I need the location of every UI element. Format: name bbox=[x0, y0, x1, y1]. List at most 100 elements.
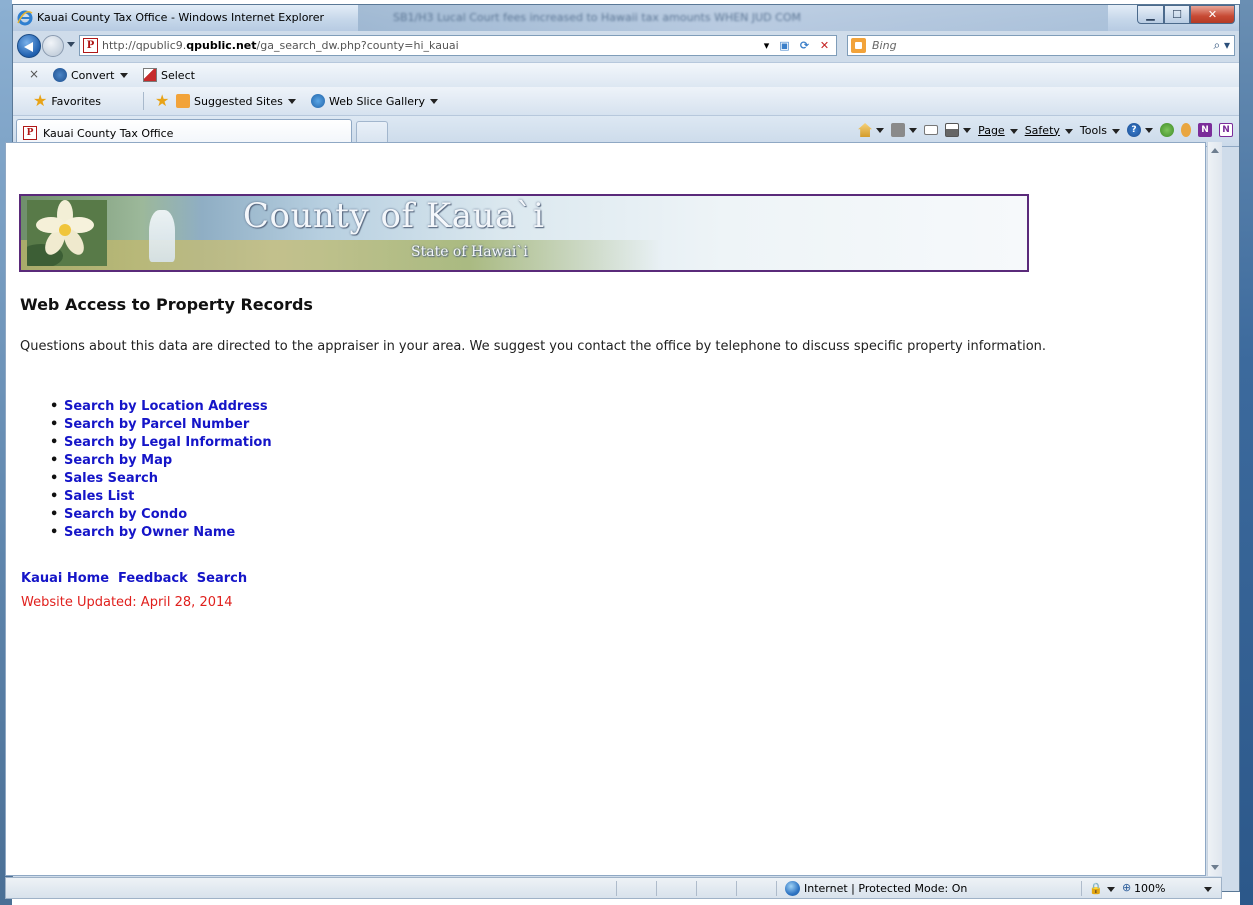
url-text[interactable]: http://qpublic9.qpublic.net/ga_search_dw… bbox=[102, 39, 459, 52]
chevron-down-icon[interactable] bbox=[1107, 887, 1115, 892]
address-row: P http://qpublic9.qpublic.net/ga_search_… bbox=[13, 31, 1239, 61]
compatibility-view-icon[interactable]: ▣ bbox=[777, 39, 792, 53]
address-dropdown-icon[interactable]: ▾ bbox=[759, 39, 774, 53]
search-links-list: Search by Location Address Search by Par… bbox=[50, 399, 272, 543]
search-placeholder: Bing bbox=[872, 39, 897, 52]
recent-pages-dropdown-icon[interactable] bbox=[67, 42, 75, 47]
print-icon[interactable] bbox=[945, 123, 960, 137]
chevron-down-icon bbox=[119, 72, 128, 78]
window-title: Kauai County Tax Office - Windows Intern… bbox=[37, 11, 324, 24]
stop-icon[interactable]: ✕ bbox=[817, 39, 832, 53]
back-button[interactable] bbox=[17, 34, 41, 58]
onenote-icon[interactable]: N bbox=[1198, 123, 1212, 137]
window-controls: ▁ ☐ ✕ bbox=[1137, 5, 1235, 25]
page-menu[interactable]: Page bbox=[978, 124, 1018, 137]
background-window-title: SB1/H3 Lucal Court fees increased to Haw… bbox=[393, 11, 801, 24]
suggested-sites-button[interactable]: Suggested Sites bbox=[176, 94, 296, 108]
link-search-by-owner-name[interactable]: Search by Owner Name bbox=[50, 525, 272, 543]
vertical-scrollbar[interactable] bbox=[1207, 142, 1222, 876]
chevron-down-icon[interactable] bbox=[1204, 887, 1212, 892]
forward-button[interactable] bbox=[42, 35, 64, 57]
county-banner: County of Kaua`i State of Hawai`i bbox=[19, 194, 1029, 272]
chevron-down-icon[interactable] bbox=[876, 127, 885, 133]
favorites-bar: ★ Favorites ★ Suggested Sites Web Slice … bbox=[13, 87, 1239, 116]
add-to-favorites-icon: ★ bbox=[155, 91, 170, 110]
feeds-icon[interactable] bbox=[891, 123, 906, 137]
close-toolbar-button[interactable]: × bbox=[29, 67, 39, 81]
security-zone-text[interactable]: Internet | Protected Mode: On bbox=[804, 882, 967, 895]
research-icon[interactable] bbox=[1160, 123, 1174, 137]
convert-icon bbox=[53, 68, 67, 82]
intro-text: Questions about this data are directed t… bbox=[20, 339, 1047, 354]
search-input[interactable]: Bing ⌕ ▾ bbox=[847, 35, 1235, 56]
refresh-icon[interactable]: ⟳ bbox=[797, 39, 812, 53]
suggested-sites-icon bbox=[176, 94, 190, 108]
maximize-button[interactable]: ☐ bbox=[1164, 5, 1190, 24]
maximize-icon: ☐ bbox=[1172, 8, 1182, 21]
website-updated-text: Website Updated: April 28, 2014 bbox=[21, 595, 233, 610]
close-icon: ✕ bbox=[1207, 8, 1218, 21]
site-favicon-icon: P bbox=[83, 38, 98, 53]
convert-button[interactable]: Convert bbox=[53, 68, 128, 82]
select-button[interactable]: Select bbox=[143, 68, 195, 82]
divider bbox=[1081, 881, 1082, 896]
desktop-background-right bbox=[1240, 0, 1253, 905]
link-feedback[interactable]: Feedback bbox=[118, 571, 188, 586]
tools-menu-label: Tools bbox=[1079, 123, 1107, 137]
close-window-button[interactable]: ✕ bbox=[1190, 5, 1235, 24]
zoom-icon[interactable]: ⊕ bbox=[1122, 881, 1131, 894]
link-kauai-home[interactable]: Kauai Home bbox=[21, 571, 109, 586]
bing-logo-icon bbox=[851, 38, 866, 53]
link-search-by-map[interactable]: Search by Map bbox=[50, 453, 272, 471]
chevron-down-icon bbox=[1009, 128, 1018, 134]
web-slice-icon bbox=[311, 94, 325, 108]
web-slice-gallery-button[interactable]: Web Slice Gallery bbox=[311, 94, 439, 108]
link-sales-search[interactable]: Sales Search bbox=[50, 471, 272, 489]
chevron-down-icon bbox=[287, 98, 296, 104]
onenote-linked-icon[interactable]: N bbox=[1219, 123, 1233, 137]
divider bbox=[736, 881, 737, 896]
chevron-down-icon bbox=[1064, 128, 1073, 134]
site-favicon-icon: P bbox=[23, 126, 37, 140]
link-sales-list[interactable]: Sales List bbox=[50, 489, 272, 507]
scroll-down-icon[interactable] bbox=[1211, 865, 1219, 870]
safety-menu-label: Safety bbox=[1024, 123, 1060, 137]
favorites-label: Favorites bbox=[51, 94, 102, 108]
select-icon bbox=[143, 68, 157, 82]
status-bar: Internet | Protected Mode: On 🔒 ⊕ 100% bbox=[5, 877, 1222, 899]
banner-subtitle: State of Hawai`i bbox=[411, 244, 528, 260]
banner-landscape bbox=[21, 240, 661, 270]
link-search-by-location-address[interactable]: Search by Location Address bbox=[50, 399, 272, 417]
address-input[interactable]: P http://qpublic9.qpublic.net/ga_search_… bbox=[79, 35, 837, 56]
tools-menu[interactable]: Tools bbox=[1080, 124, 1120, 137]
zoom-level[interactable]: 100% bbox=[1134, 882, 1165, 895]
safety-menu[interactable]: Safety bbox=[1025, 124, 1073, 137]
page-menu-label: Page bbox=[978, 123, 1005, 137]
link-search[interactable]: Search bbox=[197, 571, 247, 586]
help-icon[interactable]: ? bbox=[1127, 123, 1141, 137]
home-icon[interactable] bbox=[858, 123, 873, 137]
chevron-down-icon[interactable] bbox=[1145, 127, 1153, 133]
link-search-by-condo[interactable]: Search by Condo bbox=[50, 507, 272, 525]
scroll-up-icon[interactable] bbox=[1211, 148, 1219, 153]
favorites-button[interactable]: ★ Favorites bbox=[33, 93, 102, 109]
blog-icon[interactable] bbox=[1181, 123, 1191, 137]
web-slice-label: Web Slice Gallery bbox=[329, 94, 426, 108]
protected-mode-icon[interactable]: 🔒 bbox=[1089, 882, 1103, 895]
chevron-down-icon bbox=[430, 98, 439, 104]
page-title: Web Access to Property Records bbox=[20, 295, 313, 314]
link-search-by-legal-information[interactable]: Search by Legal Information bbox=[50, 435, 272, 453]
minimize-icon: ▁ bbox=[1146, 8, 1155, 21]
banner-title: County of Kaua`i bbox=[243, 196, 545, 236]
chevron-down-icon[interactable] bbox=[909, 127, 918, 133]
mail-icon[interactable] bbox=[924, 125, 939, 135]
tab-label: Kauai County Tax Office bbox=[43, 127, 174, 140]
title-bar: SB1/H3 Lucal Court fees increased to Haw… bbox=[13, 5, 1239, 31]
chevron-down-icon[interactable] bbox=[963, 127, 972, 133]
divider bbox=[656, 881, 657, 896]
link-search-by-parcel-number[interactable]: Search by Parcel Number bbox=[50, 417, 272, 435]
minimize-button[interactable]: ▁ bbox=[1137, 5, 1164, 24]
add-favorite-button[interactable]: ★ bbox=[155, 91, 173, 110]
command-bar: × Convert Select bbox=[13, 62, 1239, 88]
search-icon[interactable]: ⌕ ▾ bbox=[1213, 38, 1230, 53]
